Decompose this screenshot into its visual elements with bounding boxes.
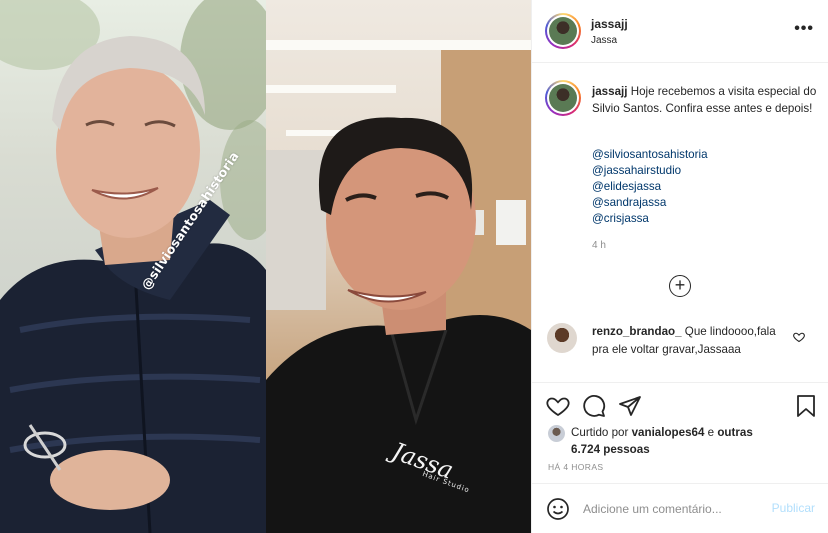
likes-conjunction: e (707, 426, 715, 439)
liker-username[interactable]: vanialopes64 (632, 426, 705, 439)
likes-summary: Curtido por vanialopes64 e outras 6.724 … (532, 421, 828, 461)
before-photo: @silviosantosahistoria (0, 0, 266, 533)
commenter-avatar[interactable] (547, 323, 577, 353)
author-avatar[interactable] (545, 13, 581, 49)
add-comment-bar: Publicar (532, 483, 828, 533)
before-photo-illustration (0, 0, 266, 533)
likes-text: Curtido por vanialopes64 e outras 6.724 … (571, 424, 761, 458)
caption-mentions: @silviosantosahistoria @jassahairstudio … (592, 147, 708, 227)
mention-link[interactable]: @jassahairstudio (592, 163, 708, 179)
caption-time: 4 h (592, 240, 606, 251)
save-bookmark-icon[interactable] (795, 394, 817, 418)
post-header: jassajj Jassa ••• (532, 0, 828, 63)
post-side-panel: jassajj Jassa ••• jassajj Hoje recebemos… (531, 0, 828, 533)
post-actions (532, 384, 828, 424)
mention-link[interactable]: @elidesjassa (592, 179, 708, 195)
likes-prefix: Curtido por (571, 426, 629, 439)
publish-button[interactable]: Publicar (772, 501, 815, 515)
post-caption: jassajj Hoje recebemos a visita especial… (592, 83, 817, 117)
comments-section: jassajj Hoje recebemos a visita especial… (532, 63, 828, 383)
after-photo: Jassa Hair Studio (266, 0, 531, 533)
caption-username[interactable]: jassajj (592, 85, 627, 98)
mention-link[interactable]: @sandrajassa (592, 195, 708, 211)
post-timestamp[interactable]: HÁ 4 HORAS (548, 462, 604, 472)
mention-link[interactable]: @silviosantosahistoria (592, 147, 708, 163)
emoji-icon[interactable] (546, 497, 570, 521)
comment-item: renzo_brandao_ Que lindoooo,fala pra ele… (592, 323, 792, 359)
post-location[interactable]: Jassa (591, 35, 617, 46)
post-image[interactable]: @silviosantosahistoria Jassa Hair Studio (0, 0, 531, 533)
load-more-comments-icon[interactable]: + (669, 275, 691, 297)
mention-link[interactable]: @crisjassa (592, 211, 708, 227)
share-send-icon[interactable] (618, 394, 642, 418)
add-comment-input[interactable] (583, 499, 751, 519)
like-heart-icon[interactable] (546, 394, 570, 418)
like-comment-heart-icon[interactable] (793, 331, 805, 343)
author-username[interactable]: jassajj (591, 17, 628, 31)
liker-avatar[interactable] (548, 425, 565, 442)
commenter-username[interactable]: renzo_brandao_ (592, 325, 682, 338)
caption-avatar[interactable] (545, 80, 581, 116)
comment-bubble-icon[interactable] (582, 394, 606, 418)
more-options-icon[interactable]: ••• (794, 20, 814, 38)
